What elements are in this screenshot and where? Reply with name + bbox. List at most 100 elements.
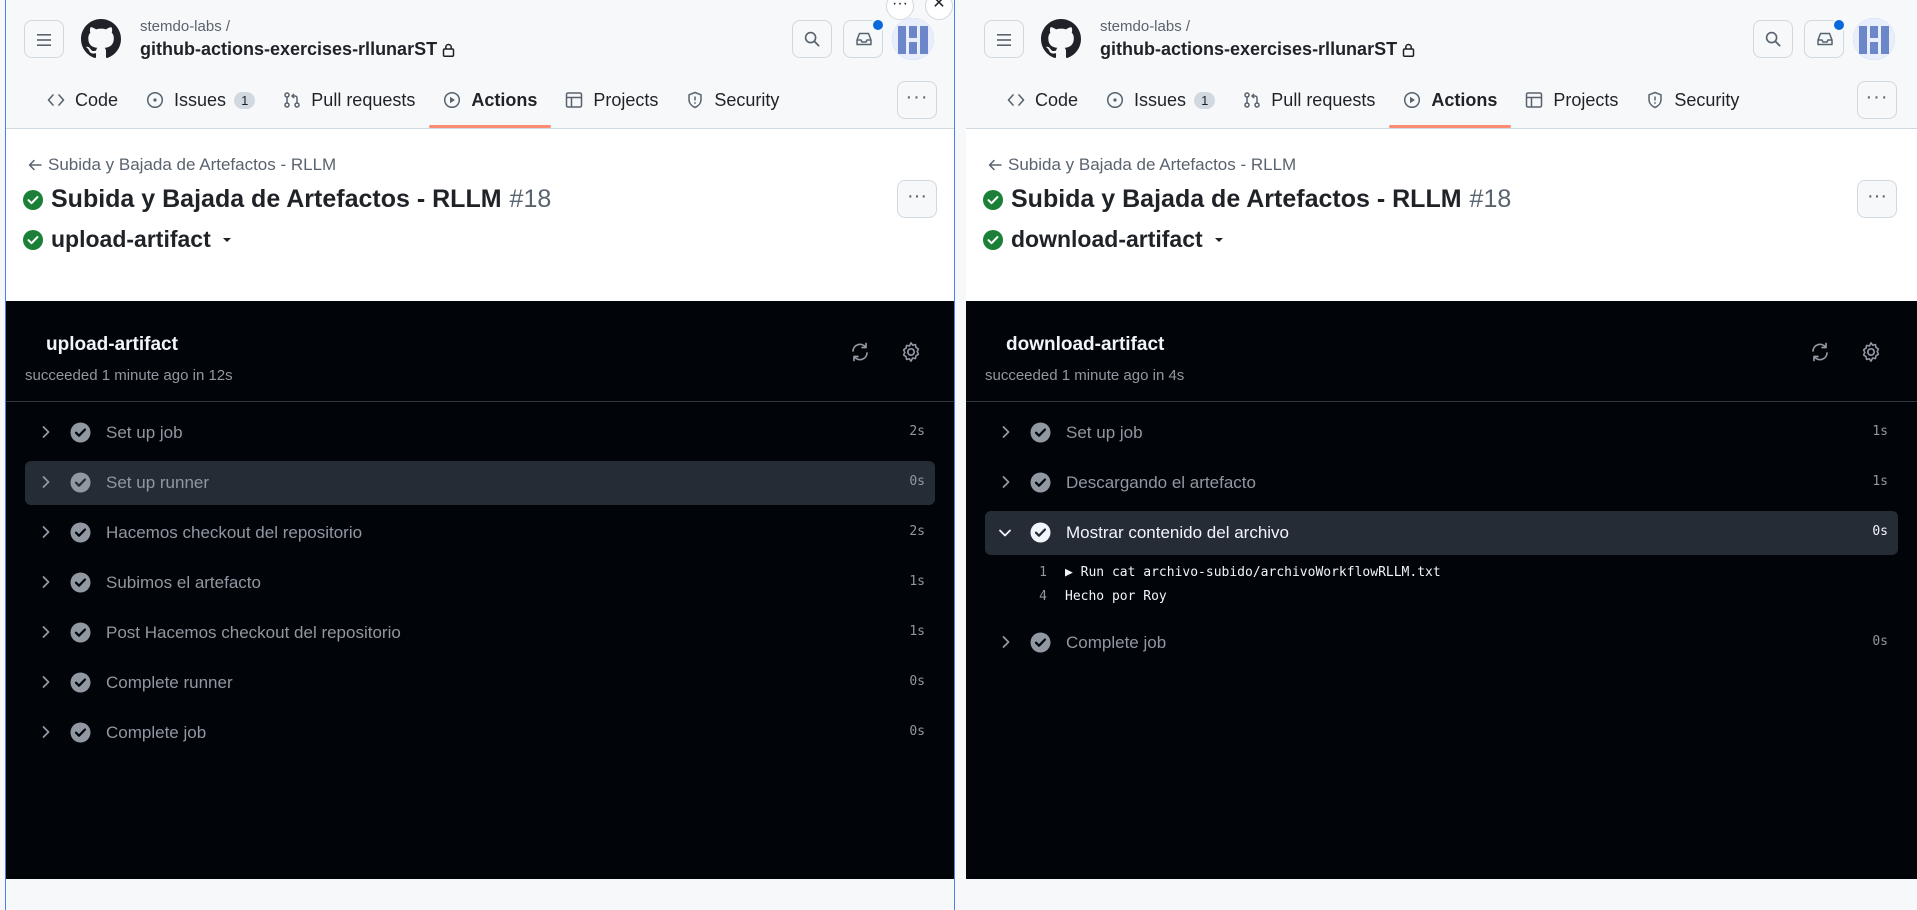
check-circle-fill-icon xyxy=(1030,522,1051,543)
back-link-label[interactable]: Subida y Bajada de Artefactos - RLLM xyxy=(48,155,336,175)
tab-pull-requests[interactable]: Pull requests xyxy=(269,83,429,117)
github-logo-icon[interactable] xyxy=(1041,19,1081,59)
run-options-button[interactable]: ··· xyxy=(897,180,937,218)
repo-header: stemdo-labs / github-actions-exercises-r… xyxy=(966,0,1917,129)
step-row[interactable]: Subimos el artefacto 1s xyxy=(25,561,935,605)
steps-list: Set up job 2s Set up runner 0s Hacemos c… xyxy=(25,411,935,761)
step-label: Post Hacemos checkout del repositorio xyxy=(106,623,401,642)
step-row[interactable]: Set up job 2s xyxy=(25,411,935,455)
run-header: Subida y Bajada de Artefactos - RLLM Sub… xyxy=(966,129,1917,301)
chevron-right-icon xyxy=(42,576,50,588)
check-circle-fill-icon xyxy=(1030,472,1051,493)
log-line-number[interactable]: 1 xyxy=(1025,565,1047,580)
tab-code[interactable]: Code xyxy=(993,83,1092,117)
issue-icon xyxy=(1106,91,1124,109)
menu-button[interactable] xyxy=(24,20,64,58)
check-circle-fill-icon xyxy=(1030,632,1051,653)
step-label: Hacemos checkout del repositorio xyxy=(106,523,363,542)
job-selector[interactable]: download-artifact xyxy=(983,226,1225,253)
pull-request-icon xyxy=(284,92,301,108)
steps-list: Set up job 1s Descargando el artefacto 1… xyxy=(985,411,1898,671)
step-row[interactable]: Set up job 1s xyxy=(985,411,1898,455)
gear-icon[interactable] xyxy=(1860,341,1882,363)
tab-projects[interactable]: Projects xyxy=(1511,83,1632,117)
tab-pull-requests[interactable]: Pull requests xyxy=(1229,83,1389,117)
tab-label: Issues xyxy=(1134,89,1187,110)
check-circle-fill-icon xyxy=(983,189,1003,210)
left-pane: stemdo-labs / github-actions-exercises-r… xyxy=(5,0,955,910)
step-row[interactable]: Post Hacemos checkout del repositorio 1s xyxy=(25,611,935,655)
repo-name[interactable]: github-actions-exercises-rllunarST xyxy=(140,39,437,59)
step-row-expanded[interactable]: Mostrar contenido del archivo 0s xyxy=(985,511,1898,555)
chevron-down-icon xyxy=(999,529,1011,537)
chevron-right-icon xyxy=(42,476,50,488)
inbox-button[interactable] xyxy=(843,18,885,58)
step-duration: 2s xyxy=(909,524,925,539)
tab-security[interactable]: Security xyxy=(1632,83,1753,117)
table-icon xyxy=(566,92,583,108)
chevron-right-icon xyxy=(42,626,50,638)
inbox-button[interactable] xyxy=(1804,18,1846,58)
job-selector-label[interactable]: download-artifact xyxy=(1011,226,1203,253)
tab-label: Projects xyxy=(1553,89,1619,110)
step-row[interactable]: Hacemos checkout del repositorio 2s xyxy=(25,511,935,555)
step-row[interactable]: Descargando el artefacto 1s xyxy=(985,461,1898,505)
avatar[interactable] xyxy=(892,18,934,60)
chevron-right-icon xyxy=(42,726,50,738)
step-duration: 0s xyxy=(909,724,925,739)
log-job-status: succeeded 1 minute ago in 4s xyxy=(985,367,1185,384)
check-circle-fill-icon xyxy=(70,672,91,693)
step-duration: 2s xyxy=(909,424,925,439)
back-link-label[interactable]: Subida y Bajada de Artefactos - RLLM xyxy=(1008,155,1296,175)
step-label: Mostrar contenido del archivo xyxy=(1066,523,1290,542)
repo-link[interactable]: github-actions-exercises-rllunarST xyxy=(140,39,455,60)
tab-security[interactable]: Security xyxy=(672,83,793,117)
log-line[interactable]: 1 ▶ Run cat archivo-subido/archivoWorkfl… xyxy=(985,561,1898,585)
job-selector-label[interactable]: upload-artifact xyxy=(51,226,211,253)
step-row[interactable]: Complete job 0s xyxy=(25,711,935,755)
footer-strip xyxy=(6,879,954,910)
log-line-number[interactable]: 4 xyxy=(1025,589,1047,604)
chevron-right-icon xyxy=(42,676,50,688)
search-button[interactable] xyxy=(1753,20,1793,58)
step-duration: 0s xyxy=(1872,634,1888,649)
run-header: Subida y Bajada de Artefactos - RLLM Sub… xyxy=(6,129,954,301)
more-options-button[interactable]: ··· xyxy=(1857,81,1897,119)
avatar[interactable] xyxy=(1853,18,1895,60)
tab-issues[interactable]: Issues 1 xyxy=(1092,83,1229,117)
job-selector[interactable]: upload-artifact xyxy=(23,226,233,253)
step-row[interactable]: Complete job 0s xyxy=(985,621,1898,665)
table-icon xyxy=(1526,92,1543,108)
more-options-button[interactable]: ··· xyxy=(897,81,937,119)
run-options-button[interactable]: ··· xyxy=(1857,180,1897,218)
tab-code[interactable]: Code xyxy=(33,83,132,117)
org-link[interactable]: stemdo-labs / xyxy=(140,18,230,35)
tab-projects[interactable]: Projects xyxy=(551,83,672,117)
tab-actions[interactable]: Actions xyxy=(1389,83,1512,128)
sync-icon[interactable] xyxy=(1809,341,1831,363)
search-button[interactable] xyxy=(792,20,832,58)
workflow-back-link[interactable]: Subida y Bajada de Artefactos - RLLM xyxy=(988,155,1296,175)
menu-button[interactable] xyxy=(984,20,1024,58)
workflow-back-link[interactable]: Subida y Bajada de Artefactos - RLLM xyxy=(28,155,336,175)
tab-actions[interactable]: Actions xyxy=(429,83,552,128)
tab-label: Pull requests xyxy=(311,89,416,110)
sync-icon[interactable] xyxy=(849,341,871,363)
github-logo-icon[interactable] xyxy=(81,19,121,59)
triangle-down-icon xyxy=(1214,237,1223,242)
run-title: Subida y Bajada de Artefactos - RLLM #18 xyxy=(23,185,551,214)
tab-label: Projects xyxy=(593,89,659,110)
tab-label: Pull requests xyxy=(1271,89,1376,110)
step-row[interactable]: Set up runner 0s xyxy=(25,461,935,505)
repo-link[interactable]: github-actions-exercises-rllunarST xyxy=(1100,39,1415,60)
gear-icon[interactable] xyxy=(900,341,922,363)
run-number: #18 xyxy=(509,185,552,213)
triangle-down-icon xyxy=(222,237,231,242)
tab-issues[interactable]: Issues 1 xyxy=(132,83,269,117)
play-icon xyxy=(444,91,461,109)
step-row[interactable]: Complete runner 0s xyxy=(25,661,935,705)
repo-name[interactable]: github-actions-exercises-rllunarST xyxy=(1100,39,1397,59)
check-circle-fill-icon xyxy=(70,422,91,443)
org-link[interactable]: stemdo-labs / xyxy=(1100,18,1190,35)
issues-count-badge: 1 xyxy=(1194,91,1216,109)
